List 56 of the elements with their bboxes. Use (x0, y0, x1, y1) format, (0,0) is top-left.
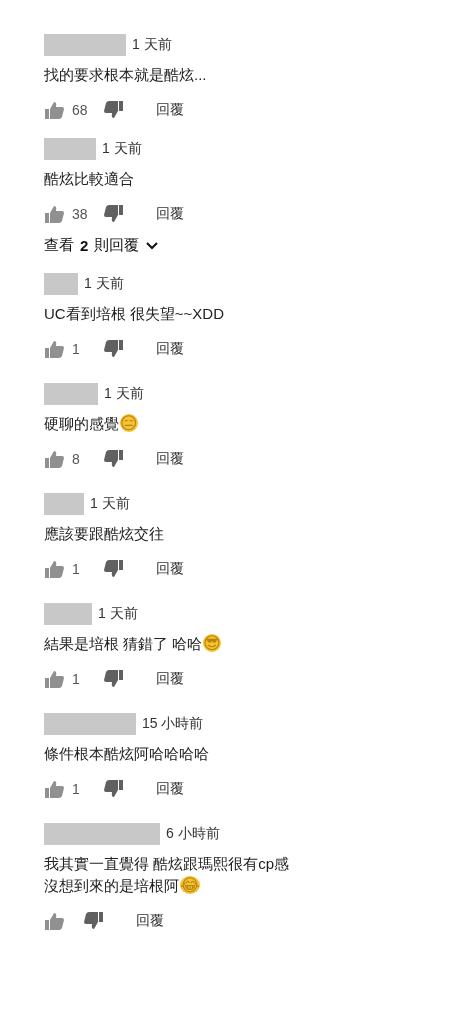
comment-time: 1 天前 (84, 275, 124, 293)
comment-text: UC看到培根 很失望~~XDD (44, 304, 226, 324)
reply-button[interactable]: 回覆 (156, 450, 184, 468)
view-replies-button[interactable]: 查看 2 則回覆 (44, 236, 160, 255)
thumbs-down-icon[interactable] (104, 340, 124, 358)
thumbs-down-icon[interactable] (104, 780, 124, 798)
thumbs-down-icon[interactable] (104, 101, 124, 119)
thumbs-up-icon[interactable] (44, 912, 64, 930)
thumbs-up-icon[interactable] (44, 340, 64, 358)
comment-time: 1 天前 (98, 605, 138, 623)
comment-time: 1 天前 (104, 385, 144, 403)
reply-button[interactable]: 回覆 (136, 912, 164, 930)
like-count: 1 (72, 561, 81, 577)
thumbs-down-icon[interactable] (104, 670, 124, 688)
thumbs-up-icon[interactable] (44, 670, 64, 688)
thumbs-up-icon[interactable] (44, 560, 64, 578)
like-count: 1 (72, 671, 81, 687)
redacted-name (44, 603, 92, 625)
comment-text: 酷炫比較適合 (44, 169, 135, 189)
comment-text: 我其實一直覺得 酷炫跟瑪熙很有cp感沒想到來的是培根阿😂 (44, 854, 290, 897)
emoji-icon: 😎 (203, 634, 222, 652)
thumbs-up-icon[interactable] (44, 450, 64, 468)
comment-text: 應該要跟酷炫交往 (44, 524, 165, 544)
thumbs-down-icon[interactable] (104, 205, 124, 223)
reply-button[interactable]: 回覆 (156, 205, 184, 223)
reply-button[interactable]: 回覆 (156, 101, 184, 119)
like-count: 1 (72, 341, 81, 357)
redacted-name (44, 493, 84, 515)
redacted-name (44, 273, 78, 295)
redacted-name (44, 383, 98, 405)
emoji-icon: 😂 (180, 876, 200, 894)
comment-time: 15 小時前 (142, 715, 204, 733)
like-count: 8 (72, 451, 81, 467)
reply-button[interactable]: 回覆 (156, 340, 184, 358)
thumbs-up-icon[interactable] (44, 205, 64, 223)
comment-time: 1 天前 (132, 36, 172, 54)
reply-button[interactable]: 回覆 (156, 670, 184, 688)
comment-time: 1 天前 (102, 140, 142, 158)
thumbs-down-icon[interactable] (84, 912, 104, 930)
redacted-name (44, 138, 96, 160)
thumbs-up-icon[interactable] (44, 101, 64, 119)
like-count: 1 (72, 781, 81, 797)
comment-time: 1 天前 (90, 495, 130, 513)
comment-text: 結果是培根 猜錯了 哈哈😎 (44, 633, 223, 655)
comment-text: 條件根本酷炫阿哈哈哈哈 (44, 744, 210, 764)
reply-button[interactable]: 回覆 (156, 780, 184, 798)
thumbs-down-icon[interactable] (104, 560, 124, 578)
comment-text: 硬聊的感覺😑 (44, 413, 139, 435)
thumbs-up-icon[interactable] (44, 780, 64, 798)
comment-text: 找的要求根本就是酷炫... (44, 65, 208, 85)
comment-time: 6 小時前 (166, 825, 220, 843)
reply-button[interactable]: 回覆 (156, 560, 184, 578)
like-count: 38 (72, 206, 89, 222)
like-count: 68 (72, 102, 89, 118)
thumbs-down-icon[interactable] (104, 450, 124, 468)
emoji-icon: 😑 (120, 414, 138, 432)
